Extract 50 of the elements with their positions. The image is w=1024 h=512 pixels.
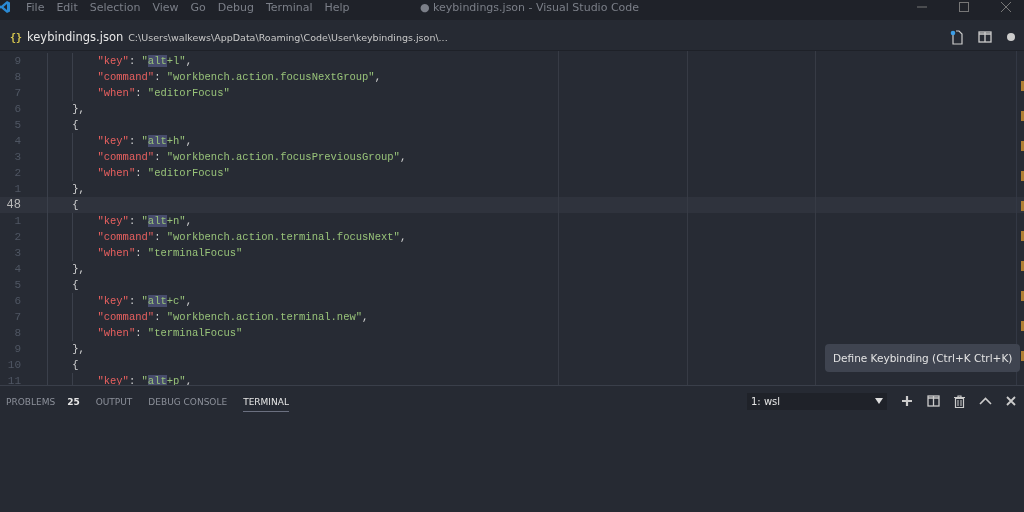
panel-tab[interactable]: DEBUG CONSOLE (148, 390, 228, 412)
code-line: "when": "terminalFocus" (47, 245, 243, 261)
line-number: 48 (5, 198, 21, 212)
tab-title: keybindings.json (27, 30, 124, 44)
menu-item[interactable]: Go (185, 0, 213, 14)
menu-item[interactable]: Help (319, 0, 357, 14)
problem-count: 25 (67, 396, 80, 407)
code-line: "when": "editorFocus" (47, 85, 230, 101)
panel-tab[interactable]: OUTPUT (95, 390, 133, 412)
code-line: "command": "workbench.action.terminal.focusNext", (47, 229, 407, 245)
terminal-dropdown[interactable]: 1: wsl (747, 392, 887, 410)
file-gear-icon[interactable] (948, 29, 964, 45)
trash-icon[interactable] (954, 394, 965, 408)
menu-item[interactable]: Selection (84, 0, 148, 14)
window-title: ● keybindings.json - Visual Studio Code (420, 0, 640, 14)
code-line: }, (47, 341, 85, 357)
code-line: }, (47, 261, 85, 277)
file-path: C:\Users\walkews\AppData\Roaming\Code\User\keybindings.json\... (128, 31, 448, 43)
logo-icon (0, 0, 11, 14)
code-line: { (47, 277, 79, 293)
unsaved-dot-icon[interactable] (1006, 32, 1016, 42)
menu-item[interactable]: File (21, 0, 52, 14)
menu-item[interactable]: Edit (51, 0, 85, 14)
code-line: "command": "workbench.action.terminal.new", (47, 309, 369, 325)
code-line: { (47, 357, 79, 373)
code-line: }, (47, 101, 85, 117)
code-line: "command": "workbench.action.focusNextGroup", (47, 69, 381, 85)
menu-item[interactable]: View (147, 0, 186, 14)
split-editor-icon[interactable] (978, 30, 992, 44)
maximize-icon[interactable] (958, 1, 970, 13)
split-terminal-icon[interactable] (927, 395, 940, 407)
code-line: "key": "alt+c", (47, 293, 192, 309)
code-line: { (47, 117, 79, 133)
dropdown-caret-icon (875, 398, 883, 404)
code-line: "when": "terminalFocus" (47, 325, 243, 341)
close-icon[interactable] (1006, 396, 1016, 406)
code-line: "key": "alt+h", (47, 133, 192, 149)
panel-tab[interactable]: TERMINAL (243, 390, 289, 412)
tooltip: Define Keybinding (Ctrl+K Ctrl+K) (825, 344, 1021, 372)
json-icon: {} (10, 31, 23, 43)
code-line: "key": "alt+n", (47, 213, 192, 229)
code-line: "key": "alt+l", (47, 53, 192, 69)
code-line: { (47, 197, 79, 213)
menu-item[interactable]: Terminal (261, 0, 320, 14)
code-line: "command": "workbench.action.focusPreviousGroup", (47, 149, 407, 165)
code-line: "when": "editorFocus" (47, 165, 230, 181)
menu-item[interactable]: Debug (212, 0, 261, 14)
panel-tab[interactable]: PROBLEMS 25 (6, 390, 80, 412)
chevron-up-icon[interactable] (979, 397, 992, 405)
plus-icon[interactable] (901, 395, 913, 407)
